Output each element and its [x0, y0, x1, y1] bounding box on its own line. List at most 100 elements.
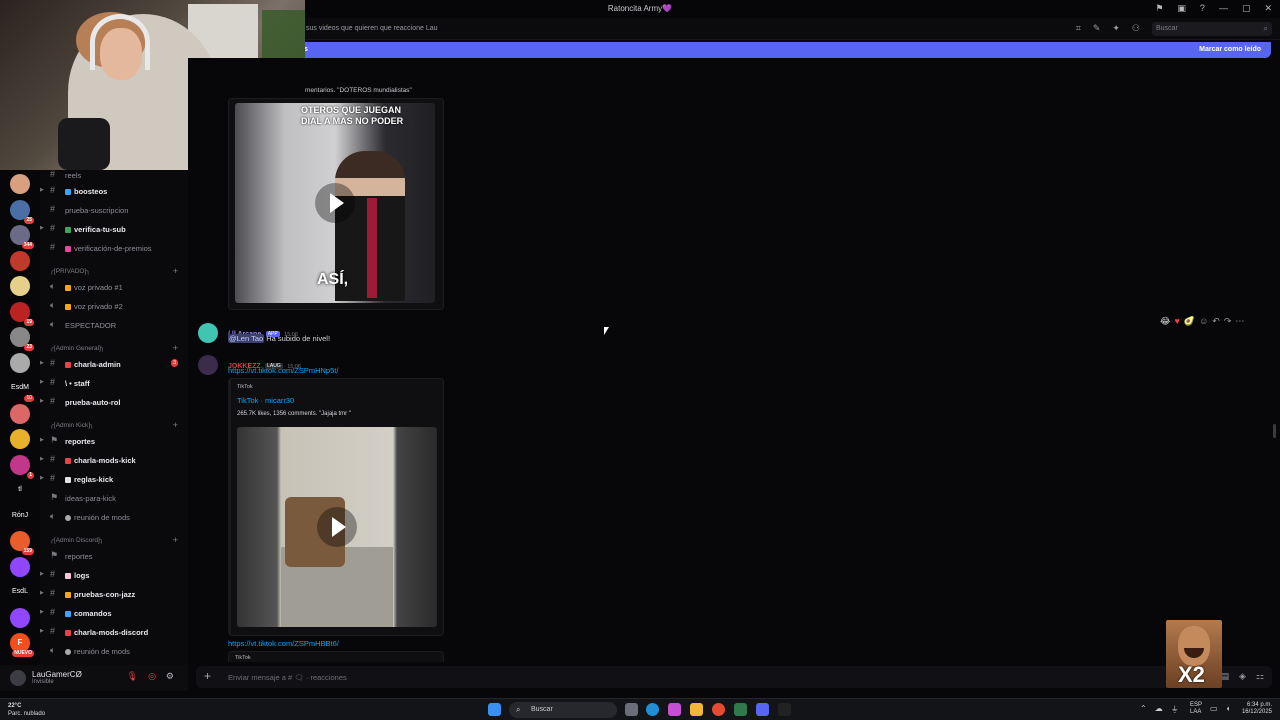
- maximize-icon[interactable]: ▢: [1242, 3, 1251, 14]
- server-icon[interactable]: 23: [10, 327, 34, 351]
- add-channel-icon[interactable]: +: [173, 420, 178, 430]
- server-icon[interactable]: [10, 352, 30, 373]
- play-icon[interactable]: [317, 507, 357, 547]
- mark-read-button[interactable]: Marcar como leído: [1199, 46, 1261, 53]
- server-icon[interactable]: [10, 429, 30, 449]
- channel-reportes-discord[interactable]: ⚑ reportes: [40, 549, 188, 563]
- close-icon[interactable]: ✕: [1264, 3, 1272, 14]
- video-thumbnail-2[interactable]: [237, 427, 437, 627]
- members-icon[interactable]: ⚇: [1132, 23, 1140, 34]
- server-icon[interactable]: 159: [10, 531, 34, 555]
- message-link-2[interactable]: https://vt.tiktok.com/ZSPmHBBt6/: [228, 639, 339, 648]
- channel-reglas-kick[interactable]: ▶ # reglas-kick: [40, 472, 188, 486]
- reply-icon[interactable]: ↶: [1212, 316, 1220, 327]
- voice-reunion-de-mods-discord[interactable]: 🔈︎ reunión de mods: [40, 644, 188, 658]
- category-admin-general[interactable]: ╭[Admin General]╮ +: [50, 343, 188, 353]
- channel-charla-admin[interactable]: ▶ # charla-admin 3: [40, 357, 188, 371]
- category-privado[interactable]: ╭[PRIVADO]╮ +: [50, 266, 188, 276]
- sticker-icon[interactable]: ◈: [1239, 671, 1246, 682]
- cloud-icon[interactable]: ☁: [1155, 704, 1163, 715]
- copilot-icon[interactable]: [668, 703, 681, 716]
- channel-prueba-suscripcion[interactable]: # prueba-suscripcion: [40, 203, 188, 217]
- new-messages-banner[interactable]: s Marcar como leído: [188, 42, 1271, 58]
- server-icon[interactable]: EsdL: [10, 582, 30, 602]
- server-icon[interactable]: 1: [10, 454, 34, 479]
- server-icon[interactable]: 344: [10, 225, 34, 249]
- pin-icon[interactable]: ✦: [1112, 23, 1120, 34]
- arcane-avatar[interactable]: [198, 323, 218, 343]
- server-icon[interactable]: [10, 607, 30, 628]
- message-composer[interactable]: + Enviar mensaje a # 🗨 · reacciones ▤ ◈ …: [196, 666, 1272, 688]
- channel-pruebas-con-jazz[interactable]: ▶ # pruebas-con-jazz: [40, 587, 188, 601]
- server-icon[interactable]: EsdM 10: [10, 378, 34, 402]
- help-icon[interactable]: ?: [1200, 3, 1205, 14]
- channel-boosteos[interactable]: ▶ # boosteos: [40, 184, 188, 198]
- app-icon[interactable]: [734, 703, 747, 716]
- screen-icon[interactable]: ▣: [1177, 3, 1186, 14]
- server-icon[interactable]: tl: [10, 480, 30, 500]
- emoji-avocado-icon[interactable]: 🥑: [1184, 316, 1195, 327]
- minimize-icon[interactable]: —: [1219, 3, 1228, 14]
- add-channel-icon[interactable]: +: [173, 535, 178, 545]
- server-icon[interactable]: [10, 556, 30, 577]
- more-icon[interactable]: ⋯: [1235, 316, 1244, 327]
- app-icon-2[interactable]: [778, 703, 791, 716]
- jokkezz-avatar[interactable]: [198, 355, 218, 375]
- user-avatar[interactable]: [10, 670, 26, 686]
- file-explorer-icon[interactable]: [690, 703, 703, 716]
- channel-staff[interactable]: ▶ # \ • staff: [40, 376, 188, 390]
- search-input[interactable]: Buscar ⌕: [1152, 22, 1272, 36]
- emoji-laugh-icon[interactable]: 😂: [1160, 316, 1171, 327]
- channel-logs[interactable]: ▶ # logs: [40, 568, 188, 582]
- channel-reportes-kick[interactable]: ▶ ⚑ reportes: [40, 434, 188, 448]
- forward-icon[interactable]: ↷: [1224, 316, 1232, 327]
- add-channel-icon[interactable]: +: [173, 343, 178, 353]
- server-icon[interactable]: 25: [10, 199, 34, 224]
- category-admin-kick[interactable]: ╭[Admin Kick]╮ +: [50, 420, 188, 430]
- channel-ideas-para-kick[interactable]: ⚑ ideas-para-kick: [40, 491, 188, 505]
- server-icon[interactable]: [10, 250, 30, 271]
- flag-icon[interactable]: ⚑: [1155, 3, 1163, 14]
- clock[interactable]: 6:34 p.m. 16/12/2025: [1242, 702, 1272, 716]
- voice-privado-2[interactable]: 🔈︎ voz privado #2: [40, 299, 188, 313]
- channel-reels[interactable]: # reels: [40, 168, 188, 182]
- video-thumbnail-1[interactable]: OTEROS QUE JUEGAN DIAL A MAS NO PODER AS…: [235, 103, 435, 303]
- server-icon[interactable]: [10, 174, 30, 194]
- mic-muted-icon[interactable]: 🎙︎: [127, 671, 138, 682]
- edge-icon[interactable]: [646, 703, 659, 716]
- windows-start-icon[interactable]: [488, 703, 501, 716]
- scrollbar-thumb[interactable]: [1273, 424, 1276, 438]
- task-view-icon[interactable]: [625, 703, 638, 716]
- voice-reunion-de-mods-kick[interactable]: 🔈︎ reunión de mods: [40, 510, 188, 524]
- add-channel-icon[interactable]: +: [173, 266, 178, 276]
- user-mention[interactable]: @Len Tao: [228, 334, 265, 343]
- headphones-muted-icon[interactable]: ◎: [148, 671, 156, 682]
- channel-charla-mods-discord[interactable]: ▶ # charla-mods-discord: [40, 625, 188, 639]
- threads-icon[interactable]: ⌗: [1076, 23, 1081, 34]
- channel-prueba-auto-rol[interactable]: ▶ # prueba-auto-rol: [40, 395, 188, 409]
- embed-title[interactable]: TikTok · micarr30: [237, 396, 294, 405]
- channel-charla-mods-kick[interactable]: ▶ # charla-mods-kick: [40, 453, 188, 467]
- chrome-icon[interactable]: [712, 703, 725, 716]
- language-indicator[interactable]: ESP LAA: [1190, 702, 1202, 716]
- volume-icon[interactable]: ◖: [1226, 704, 1231, 713]
- server-icon[interactable]: 19: [10, 301, 34, 326]
- channel-verificacion-de-premios[interactable]: # verificación-de-premios: [40, 241, 188, 255]
- add-reaction-icon[interactable]: ☺: [1199, 316, 1208, 327]
- voice-espectador[interactable]: 🔈︎ ESPECTADOR: [40, 318, 188, 332]
- message-link[interactable]: https://vt.tiktok.com/ZSPmHNp5t/: [228, 366, 338, 375]
- taskbar-search[interactable]: ⌕ Buscar: [509, 702, 617, 718]
- server-icon[interactable]: RónJ: [10, 506, 30, 526]
- usb-icon[interactable]: ⏚: [1171, 704, 1179, 715]
- heart-icon[interactable]: ♥: [1175, 316, 1180, 327]
- channel-comandos[interactable]: ▶ # comandos: [40, 606, 188, 620]
- tray-chevron-icon[interactable]: ⌃: [1140, 704, 1147, 715]
- category-admin-discord[interactable]: ╭[Admin Discord]╮ +: [50, 535, 188, 545]
- discord-icon[interactable]: [756, 703, 769, 716]
- server-icon[interactable]: [10, 276, 30, 296]
- weather-widget[interactable]: 22°C Parc. nublado: [8, 702, 45, 718]
- channel-verifica-tu-sub[interactable]: ▶ # verifica-tu-sub: [40, 222, 188, 236]
- server-icon[interactable]: [10, 403, 30, 424]
- settings-gear-icon[interactable]: ⚙: [166, 671, 174, 682]
- network-icon[interactable]: ▭: [1210, 704, 1218, 713]
